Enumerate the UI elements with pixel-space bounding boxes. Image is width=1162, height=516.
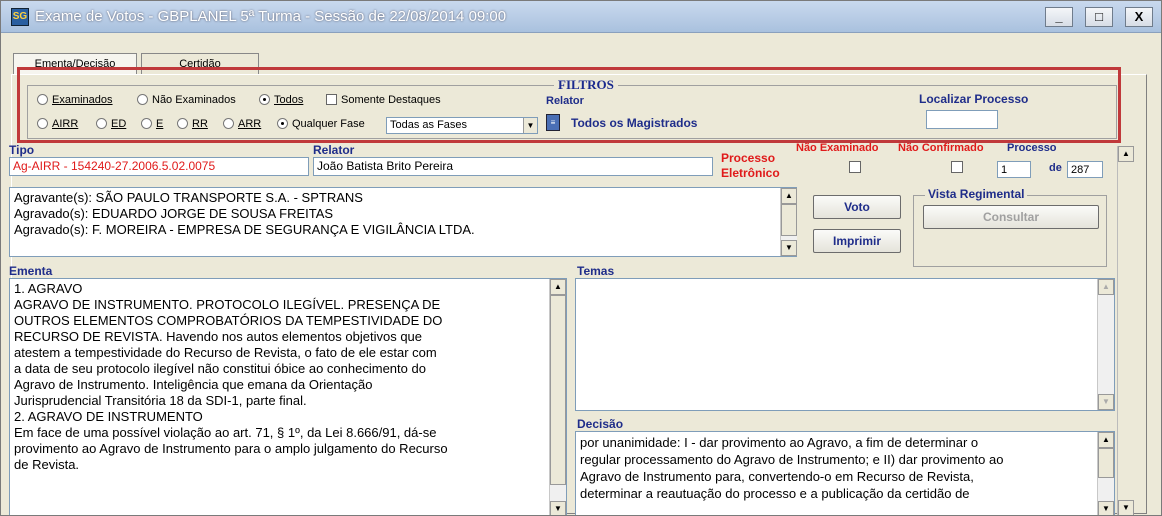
- parte-line: Agravado(s): EDUARDO JORGE DE SOUSA FREI…: [14, 206, 334, 221]
- tipo-label: Tipo: [9, 143, 35, 157]
- ementa-line: RECURSO DE REVISTA. Havendo nos autos el…: [14, 329, 423, 344]
- ementa-label: Ementa: [9, 264, 53, 278]
- voto-button[interactable]: Voto: [813, 195, 901, 219]
- filtros-highlight: [17, 67, 1121, 143]
- scroll-up-icon[interactable]: ▲: [550, 279, 566, 295]
- consultar-button[interactable]: Consultar: [923, 205, 1099, 229]
- ementa-line: OUTROS ELEMENTOS COMPROBATÓRIOS DA TEMPE…: [14, 313, 443, 328]
- app-window: SG Exame de Votos - GBPLANEL 5ª Turma - …: [0, 0, 1162, 516]
- main-scrollbar[interactable]: ▲ ▼: [1117, 146, 1134, 515]
- decisao-line: regular processamento do Agravo de Instr…: [580, 452, 1004, 467]
- decisao-textarea[interactable]: por unanimidade: I - dar provimento ao A…: [575, 431, 1115, 515]
- decisao-label: Decisão: [577, 417, 624, 431]
- minimize-button[interactable]: _: [1045, 7, 1073, 27]
- decisao-line: Agravo de Instrumento para, convertendo-…: [580, 469, 974, 484]
- de-label: de: [1049, 162, 1062, 174]
- scroll-down-icon[interactable]: ▼: [1118, 500, 1134, 515]
- scroll-down-icon[interactable]: ▼: [1098, 394, 1114, 410]
- relator-field[interactable]: João Batista Brito Pereira: [313, 157, 713, 176]
- scroll-up-icon[interactable]: ▲: [1118, 146, 1134, 162]
- ementa-line: 2. AGRAVO DE INSTRUMENTO: [14, 409, 203, 424]
- processo-label: Processo: [1007, 142, 1057, 154]
- scroll-thumb[interactable]: [1098, 448, 1114, 478]
- scroll-up-icon[interactable]: ▲: [1098, 432, 1114, 448]
- ementa-line: 1. AGRAVO: [14, 281, 83, 296]
- decisao-line: determinar a reautuação do processo e a …: [580, 486, 970, 501]
- processo-total: 287: [1067, 161, 1103, 178]
- relator-label: Relator: [313, 143, 355, 157]
- scroll-down-icon[interactable]: ▼: [550, 501, 566, 515]
- title-bar[interactable]: SG Exame de Votos - GBPLANEL 5ª Turma - …: [1, 1, 1161, 33]
- scroll-up-icon[interactable]: ▲: [1098, 279, 1114, 295]
- ementa-line: provimento ao Agravo de Instrumento para…: [14, 441, 448, 456]
- window-title: Exame de Votos - GBPLANEL 5ª Turma - Ses…: [35, 8, 507, 25]
- temas-label: Temas: [577, 264, 615, 278]
- decisao-scrollbar[interactable]: ▲ ▼: [1097, 432, 1114, 515]
- ementa-line: a data de seu protocolo ilegível não con…: [14, 361, 426, 376]
- scroll-thumb[interactable]: [550, 295, 566, 485]
- parte-line: Agravado(s): F. MOREIRA - EMPRESA DE SEG…: [14, 222, 475, 237]
- imprimir-button[interactable]: Imprimir: [813, 229, 901, 253]
- app-icon: SG: [11, 8, 29, 26]
- processo-eletronico-label-2: Eletrônico: [721, 166, 780, 180]
- scroll-down-icon[interactable]: ▼: [1098, 501, 1114, 515]
- maximize-button[interactable]: □: [1085, 7, 1113, 27]
- ementa-scrollbar[interactable]: ▲ ▼: [549, 279, 566, 515]
- temas-scrollbar[interactable]: ▲ ▼: [1097, 279, 1114, 410]
- ementa-line: Jurisprudencial Transitória 18 da SDI-1,…: [14, 393, 307, 408]
- partes-scrollbar[interactable]: ▲ ▼: [780, 188, 797, 256]
- nao-examinado-checkbox[interactable]: [849, 161, 861, 173]
- ementa-line: Agravo de Instrumento. Inteligência que …: [14, 377, 373, 392]
- vista-regimental-label: Vista Regimental: [925, 187, 1028, 201]
- nao-confirmado-label: Não Confirmado: [898, 142, 984, 154]
- processo-eletronico-label: Processo: [721, 151, 776, 165]
- temas-textarea[interactable]: [575, 278, 1115, 411]
- scroll-thumb[interactable]: [781, 204, 797, 236]
- decisao-line: por unanimidade: I - dar provimento ao A…: [580, 435, 979, 450]
- processo-number-input[interactable]: 1: [997, 161, 1031, 178]
- nao-examinado-label: Não Examinado: [796, 142, 879, 154]
- nao-confirmado-checkbox[interactable]: [951, 161, 963, 173]
- parte-line: Agravante(s): SÃO PAULO TRANSPORTE S.A. …: [14, 190, 363, 205]
- ementa-line: atestem a tempestividade do Recurso de R…: [14, 345, 437, 360]
- ementa-line: AGRAVO DE INSTRUMENTO. PROTOCOLO ILEGÍVE…: [14, 297, 441, 312]
- scroll-down-icon[interactable]: ▼: [781, 240, 797, 256]
- ementa-line: Em face de uma possível violação ao art.…: [14, 425, 437, 440]
- partes-textarea[interactable]: Agravante(s): SÃO PAULO TRANSPORTE S.A. …: [9, 187, 797, 257]
- tipo-field[interactable]: Ag-AIRR - 154240-27.2006.5.02.0075: [9, 157, 309, 176]
- scroll-up-icon[interactable]: ▲: [781, 188, 797, 204]
- ementa-line: de Revista.: [14, 457, 80, 472]
- close-button[interactable]: X: [1125, 7, 1153, 27]
- ementa-textarea[interactable]: 1. AGRAVO AGRAVO DE INSTRUMENTO. PROTOCO…: [9, 278, 567, 515]
